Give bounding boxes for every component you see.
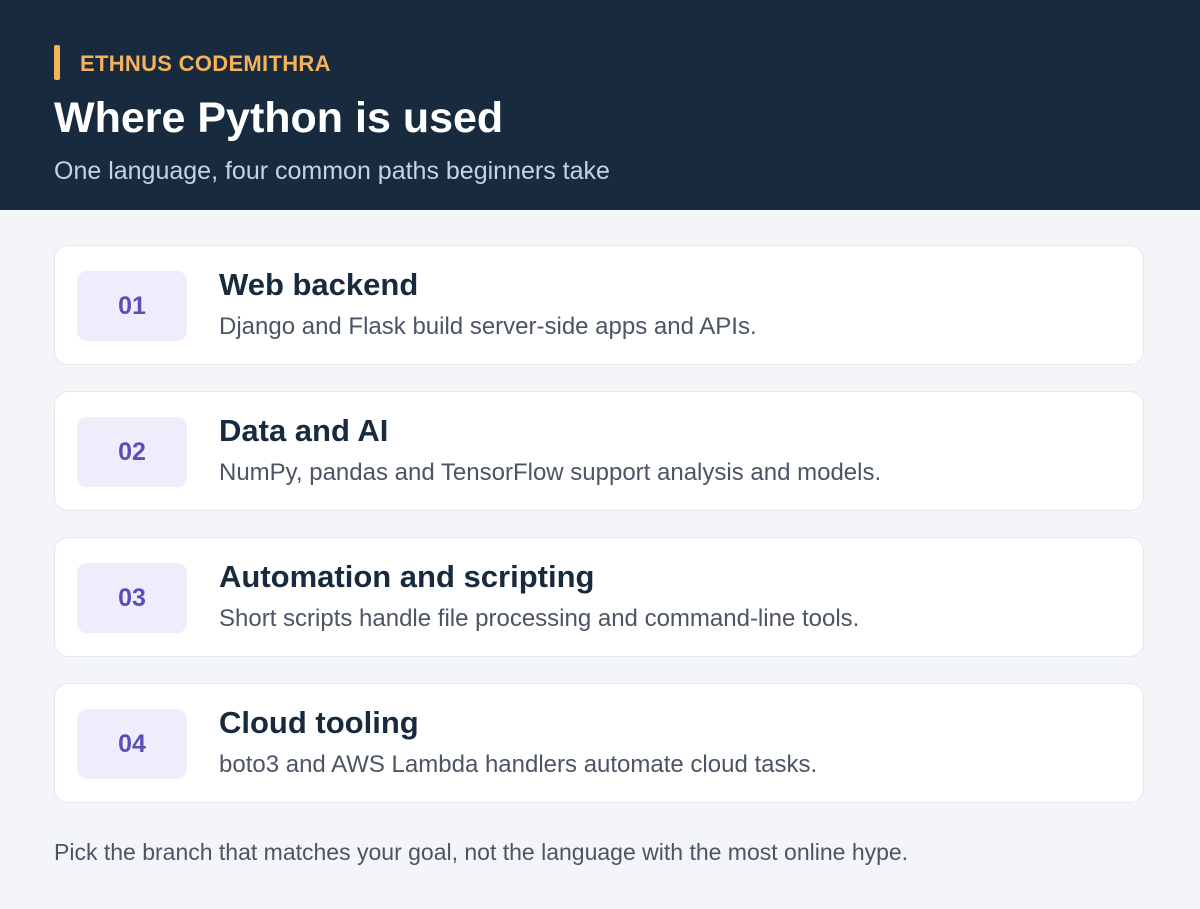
path-title: Web backend (219, 267, 419, 302)
path-number-badge: 04 (77, 709, 187, 779)
page-subtitle: One language, four common paths beginner… (54, 157, 610, 185)
path-number-badge: 02 (77, 417, 187, 487)
brand-label: ETHNUS CODEMITHRA (80, 51, 331, 76)
path-number-badge: 01 (77, 271, 187, 341)
path-card-cloud-tooling: 04 Cloud tooling boto3 and AWS Lambda ha… (54, 683, 1144, 803)
header-banner: ETHNUS CODEMITHRA Where Python is used O… (0, 0, 1200, 210)
path-description: boto3 and AWS Lambda handlers automate c… (219, 751, 818, 778)
footer-note: Pick the branch that matches your goal, … (54, 839, 909, 865)
path-description: Short scripts handle file processing and… (219, 605, 860, 632)
path-title: Data and AI (219, 413, 389, 448)
path-description: Django and Flask build server-side apps … (219, 313, 757, 340)
path-title: Automation and scripting (219, 559, 595, 594)
path-number-badge: 03 (77, 563, 187, 633)
path-card-automation: 03 Automation and scripting Short script… (54, 537, 1144, 657)
path-description: NumPy, pandas and TensorFlow support ana… (219, 459, 882, 486)
path-title: Cloud tooling (219, 705, 419, 740)
accent-bar (54, 45, 60, 80)
path-card-data-ai: 02 Data and AI NumPy, pandas and TensorF… (54, 391, 1144, 511)
path-card-web-backend: 01 Web backend Django and Flask build se… (54, 245, 1144, 365)
page-title: Where Python is used (54, 94, 504, 142)
